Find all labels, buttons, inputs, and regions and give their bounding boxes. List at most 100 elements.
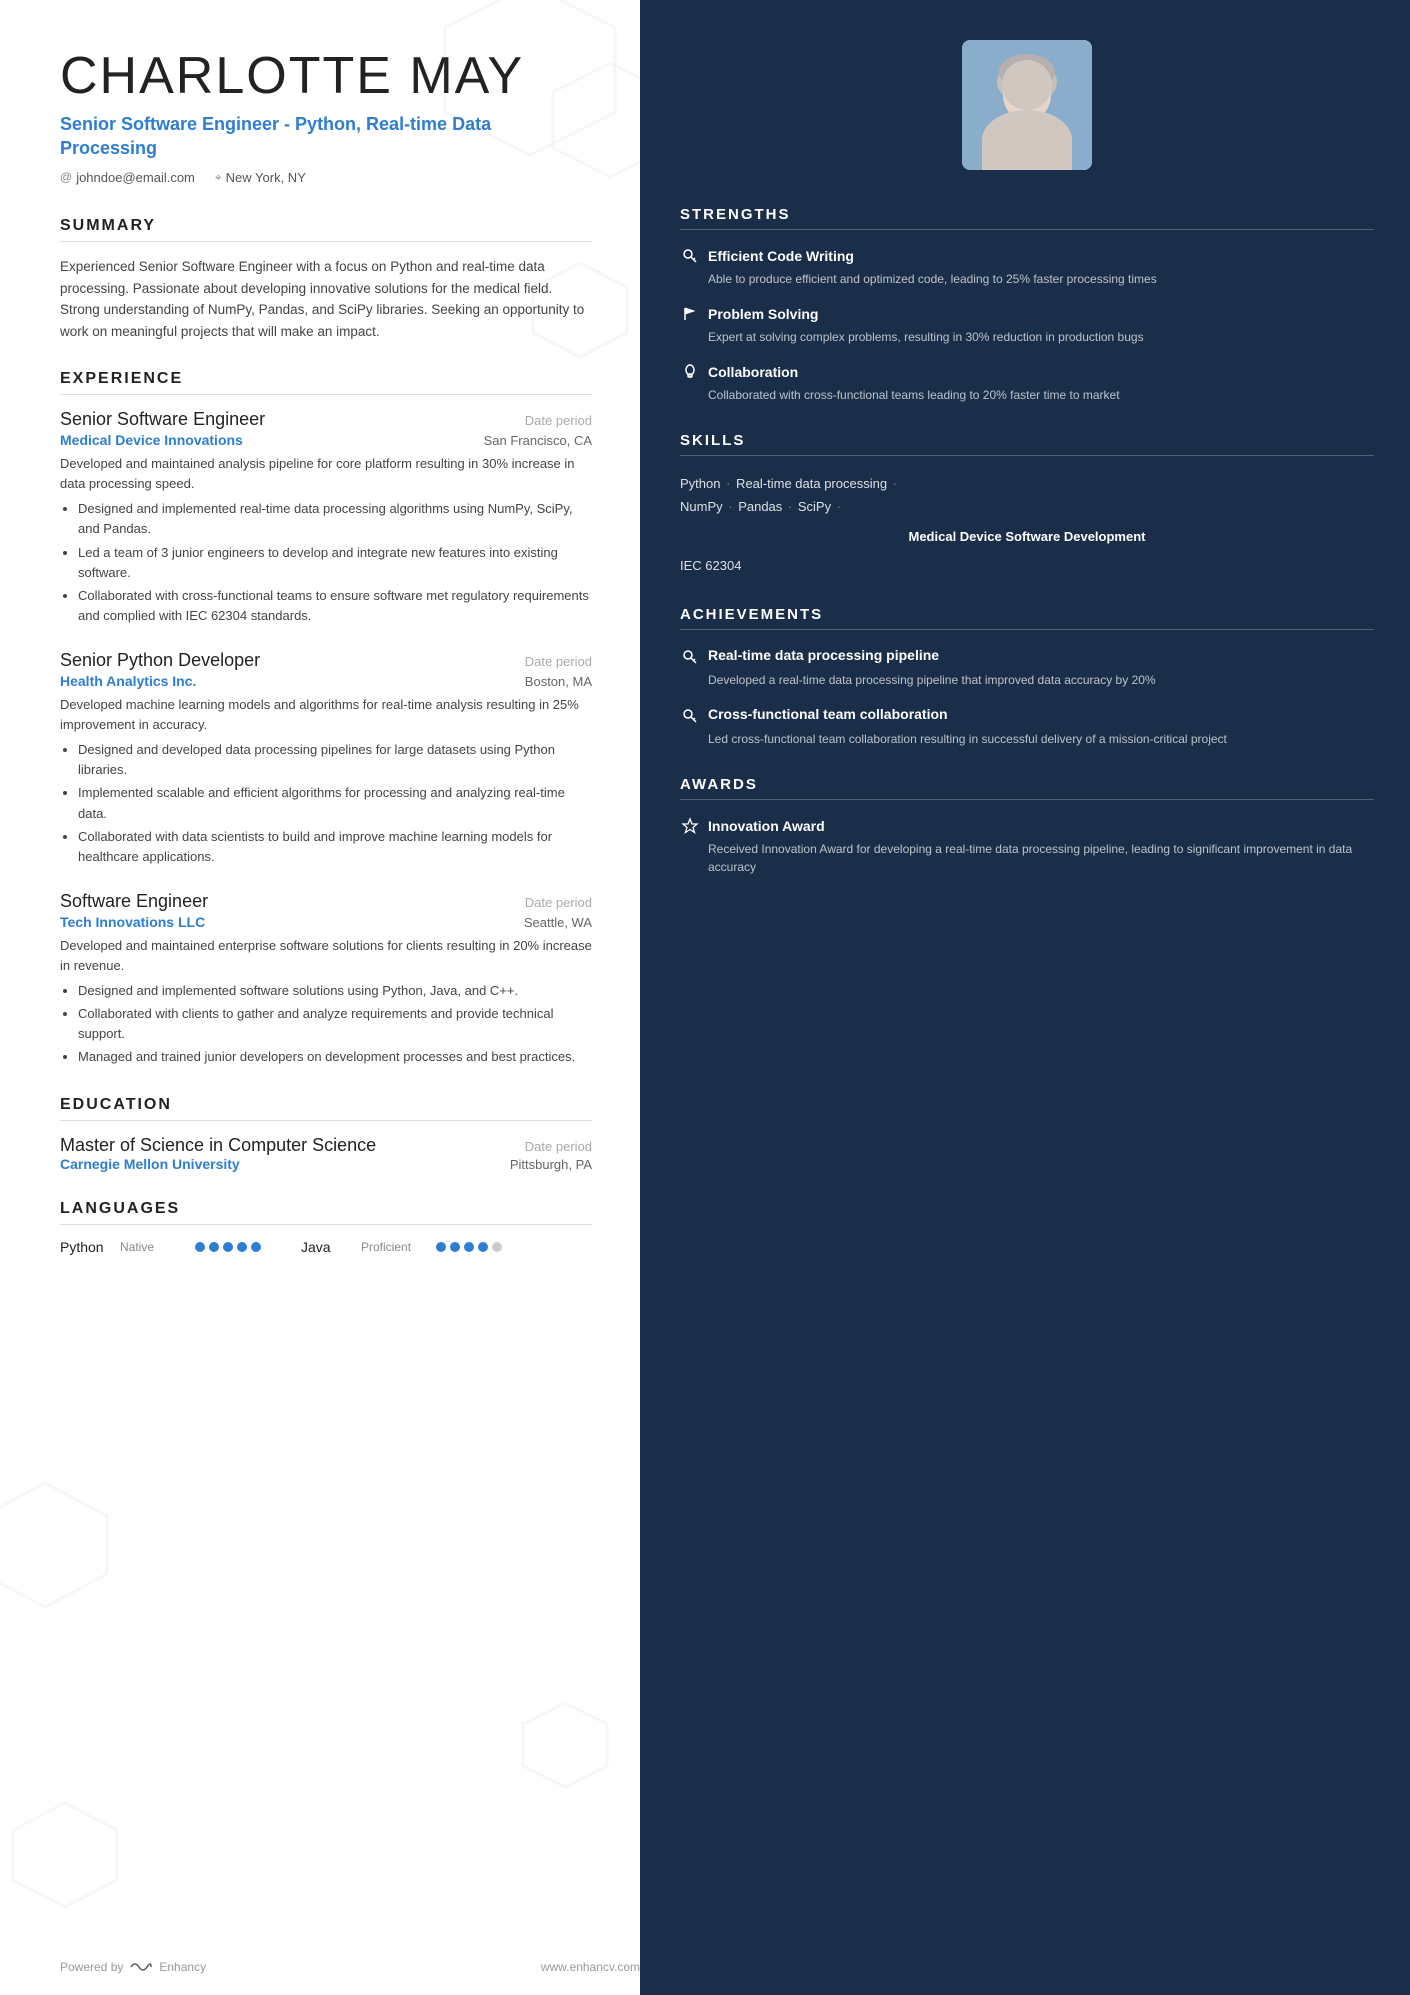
awards-title: AWARDS — [680, 776, 1374, 800]
footer-website: www.enhancv.com — [541, 1960, 640, 1974]
achievements-section: ACHIEVEMENTS Real-time data processing p… — [680, 606, 1374, 748]
hex-decor-6 — [10, 1800, 120, 1915]
exp-header-3: Software Engineer Date period — [60, 891, 592, 912]
achievement-icon-1 — [680, 647, 700, 667]
award-name-1: Innovation Award — [708, 818, 825, 834]
strength-item-1: Efficient Code Writing Able to produce e… — [680, 246, 1374, 288]
skills-line-1: Python · Real-time data processing · — [680, 472, 1374, 495]
lang-item-python: Python Native — [60, 1239, 261, 1255]
achievement-icon-2 — [680, 706, 700, 726]
brand-name: Enhancy — [159, 1960, 206, 1974]
edu-location-1: Pittsburgh, PA — [510, 1157, 592, 1172]
strength-name-2: Problem Solving — [708, 306, 818, 322]
exp-header-1: Senior Software Engineer Date period — [60, 409, 592, 430]
exp-desc-1: Developed and maintained analysis pipeli… — [60, 454, 592, 493]
skills-line-3: Medical Device Software Development — [680, 525, 1374, 548]
powered-by-label: Powered by — [60, 1960, 123, 1974]
skills-section: SKILLS Python · Real-time data processin… — [680, 432, 1374, 578]
lang-item-java: Java Proficient — [301, 1239, 502, 1255]
edu-header-1: Master of Science in Computer Science Da… — [60, 1135, 592, 1156]
exp-desc-2: Developed machine learning models and al… — [60, 695, 592, 734]
languages-title: LANGUAGES — [60, 1200, 592, 1225]
exp-bullet-1-3: Collaborated with cross-functional teams… — [78, 586, 592, 626]
email-icon: @ — [60, 170, 72, 184]
achievement-name-1: Real-time data processing pipeline — [708, 646, 939, 664]
header-section: CHARLOTTE MAY Senior Software Engineer -… — [60, 48, 592, 185]
strength-name-3: Collaboration — [708, 364, 798, 380]
skills-text: Python · Real-time data processing · Num… — [680, 472, 1374, 578]
exp-bullets-2: Designed and developed data processing p… — [60, 740, 592, 867]
trophy-icon — [681, 817, 699, 835]
strength-header-3: Collaboration — [680, 362, 1374, 382]
achievement-item-1: Real-time data processing pipeline Devel… — [680, 646, 1374, 689]
award-icon-1 — [680, 816, 700, 836]
lang-dots-python — [195, 1242, 261, 1252]
skills-title: SKILLS — [680, 432, 1374, 456]
edu-degree-1: Master of Science in Computer Science — [60, 1135, 376, 1156]
exp-company-row-2: Health Analytics Inc. Boston, MA — [60, 673, 592, 689]
lightbulb-icon — [680, 362, 700, 382]
exp-date-1: Date period — [525, 413, 592, 428]
dot-j4 — [478, 1242, 488, 1252]
achievement-desc-1: Developed a real-time data processing pi… — [680, 671, 1374, 689]
strength-name-1: Efficient Code Writing — [708, 248, 854, 264]
achievement-header-2: Cross-functional team collaboration — [680, 705, 1374, 726]
edu-school-1: Carnegie Mellon University — [60, 1156, 240, 1172]
lang-dots-java — [436, 1242, 502, 1252]
achievement-name-2: Cross-functional team collaboration — [708, 705, 948, 723]
summary-text: Experienced Senior Software Engineer wit… — [60, 256, 592, 342]
dot-3 — [223, 1242, 233, 1252]
hex-decor-4 — [0, 1480, 110, 1615]
strength-item-2: Problem Solving Expert at solving comple… — [680, 304, 1374, 346]
location-text: New York, NY — [226, 170, 306, 185]
awards-section: AWARDS Innovation Award Received Innovat… — [680, 776, 1374, 876]
right-column: STRENGTHS Efficient Code Writing Able to… — [640, 0, 1410, 1995]
dot-1 — [195, 1242, 205, 1252]
education-title: EDUCATION — [60, 1096, 592, 1121]
avatar-placeholder — [962, 40, 1092, 170]
strength-desc-1: Able to produce efficient and optimized … — [680, 270, 1374, 288]
dot-j3 — [464, 1242, 474, 1252]
key-icon-1 — [680, 246, 700, 266]
edu-school-row-1: Carnegie Mellon University Pittsburgh, P… — [60, 1156, 592, 1172]
resume-wrapper: CHARLOTTE MAY Senior Software Engineer -… — [0, 0, 1410, 1995]
edu-date-1: Date period — [525, 1139, 592, 1154]
skills-line-4: IEC 62304 — [680, 554, 1374, 577]
location-contact: ⌖ New York, NY — [215, 170, 306, 185]
strength-header-1: Efficient Code Writing — [680, 246, 1374, 266]
lang-name-java: Java — [301, 1239, 351, 1255]
exp-location-1: San Francisco, CA — [484, 433, 592, 448]
experience-title: EXPERIENCE — [60, 370, 592, 395]
exp-company-row-1: Medical Device Innovations San Francisco… — [60, 432, 592, 448]
achievement-header-1: Real-time data processing pipeline — [680, 646, 1374, 667]
candidate-job-title: Senior Software Engineer - Python, Real-… — [60, 113, 592, 160]
exp-date-3: Date period — [525, 895, 592, 910]
exp-bullets-3: Designed and implemented software soluti… — [60, 981, 592, 1068]
languages-section: LANGUAGES Python Native Java Proficient — [60, 1200, 592, 1255]
strength-desc-2: Expert at solving complex problems, resu… — [680, 328, 1374, 346]
candidate-name: CHARLOTTE MAY — [60, 48, 592, 105]
avatar-box — [962, 40, 1092, 170]
achievement-item-2: Cross-functional team collaboration Led … — [680, 705, 1374, 748]
exp-role-3: Software Engineer — [60, 891, 208, 912]
email-text: johndoe@email.com — [76, 170, 195, 185]
summary-section: SUMMARY Experienced Senior Software Engi… — [60, 217, 592, 342]
lang-level-java: Proficient — [361, 1240, 426, 1254]
edu-entry-1: Master of Science in Computer Science Da… — [60, 1135, 592, 1172]
summary-title: SUMMARY — [60, 217, 592, 242]
achievement-desc-2: Led cross-functional team collaboration … — [680, 730, 1374, 748]
award-desc-1: Received Innovation Award for developing… — [680, 840, 1374, 876]
exp-date-2: Date period — [525, 654, 592, 669]
strength-header-2: Problem Solving — [680, 304, 1374, 324]
strength-item-3: Collaboration Collaborated with cross-fu… — [680, 362, 1374, 404]
dot-5 — [251, 1242, 261, 1252]
achievements-title: ACHIEVEMENTS — [680, 606, 1374, 630]
dot-4 — [237, 1242, 247, 1252]
dot-j5 — [492, 1242, 502, 1252]
hex-decor-5 — [520, 1700, 610, 1795]
flag-icon — [680, 304, 700, 324]
brand-logo-icon — [129, 1959, 153, 1975]
exp-entry-3: Software Engineer Date period Tech Innov… — [60, 891, 592, 1068]
exp-bullets-1: Designed and implemented real-time data … — [60, 499, 592, 626]
avatar-svg — [962, 40, 1092, 170]
